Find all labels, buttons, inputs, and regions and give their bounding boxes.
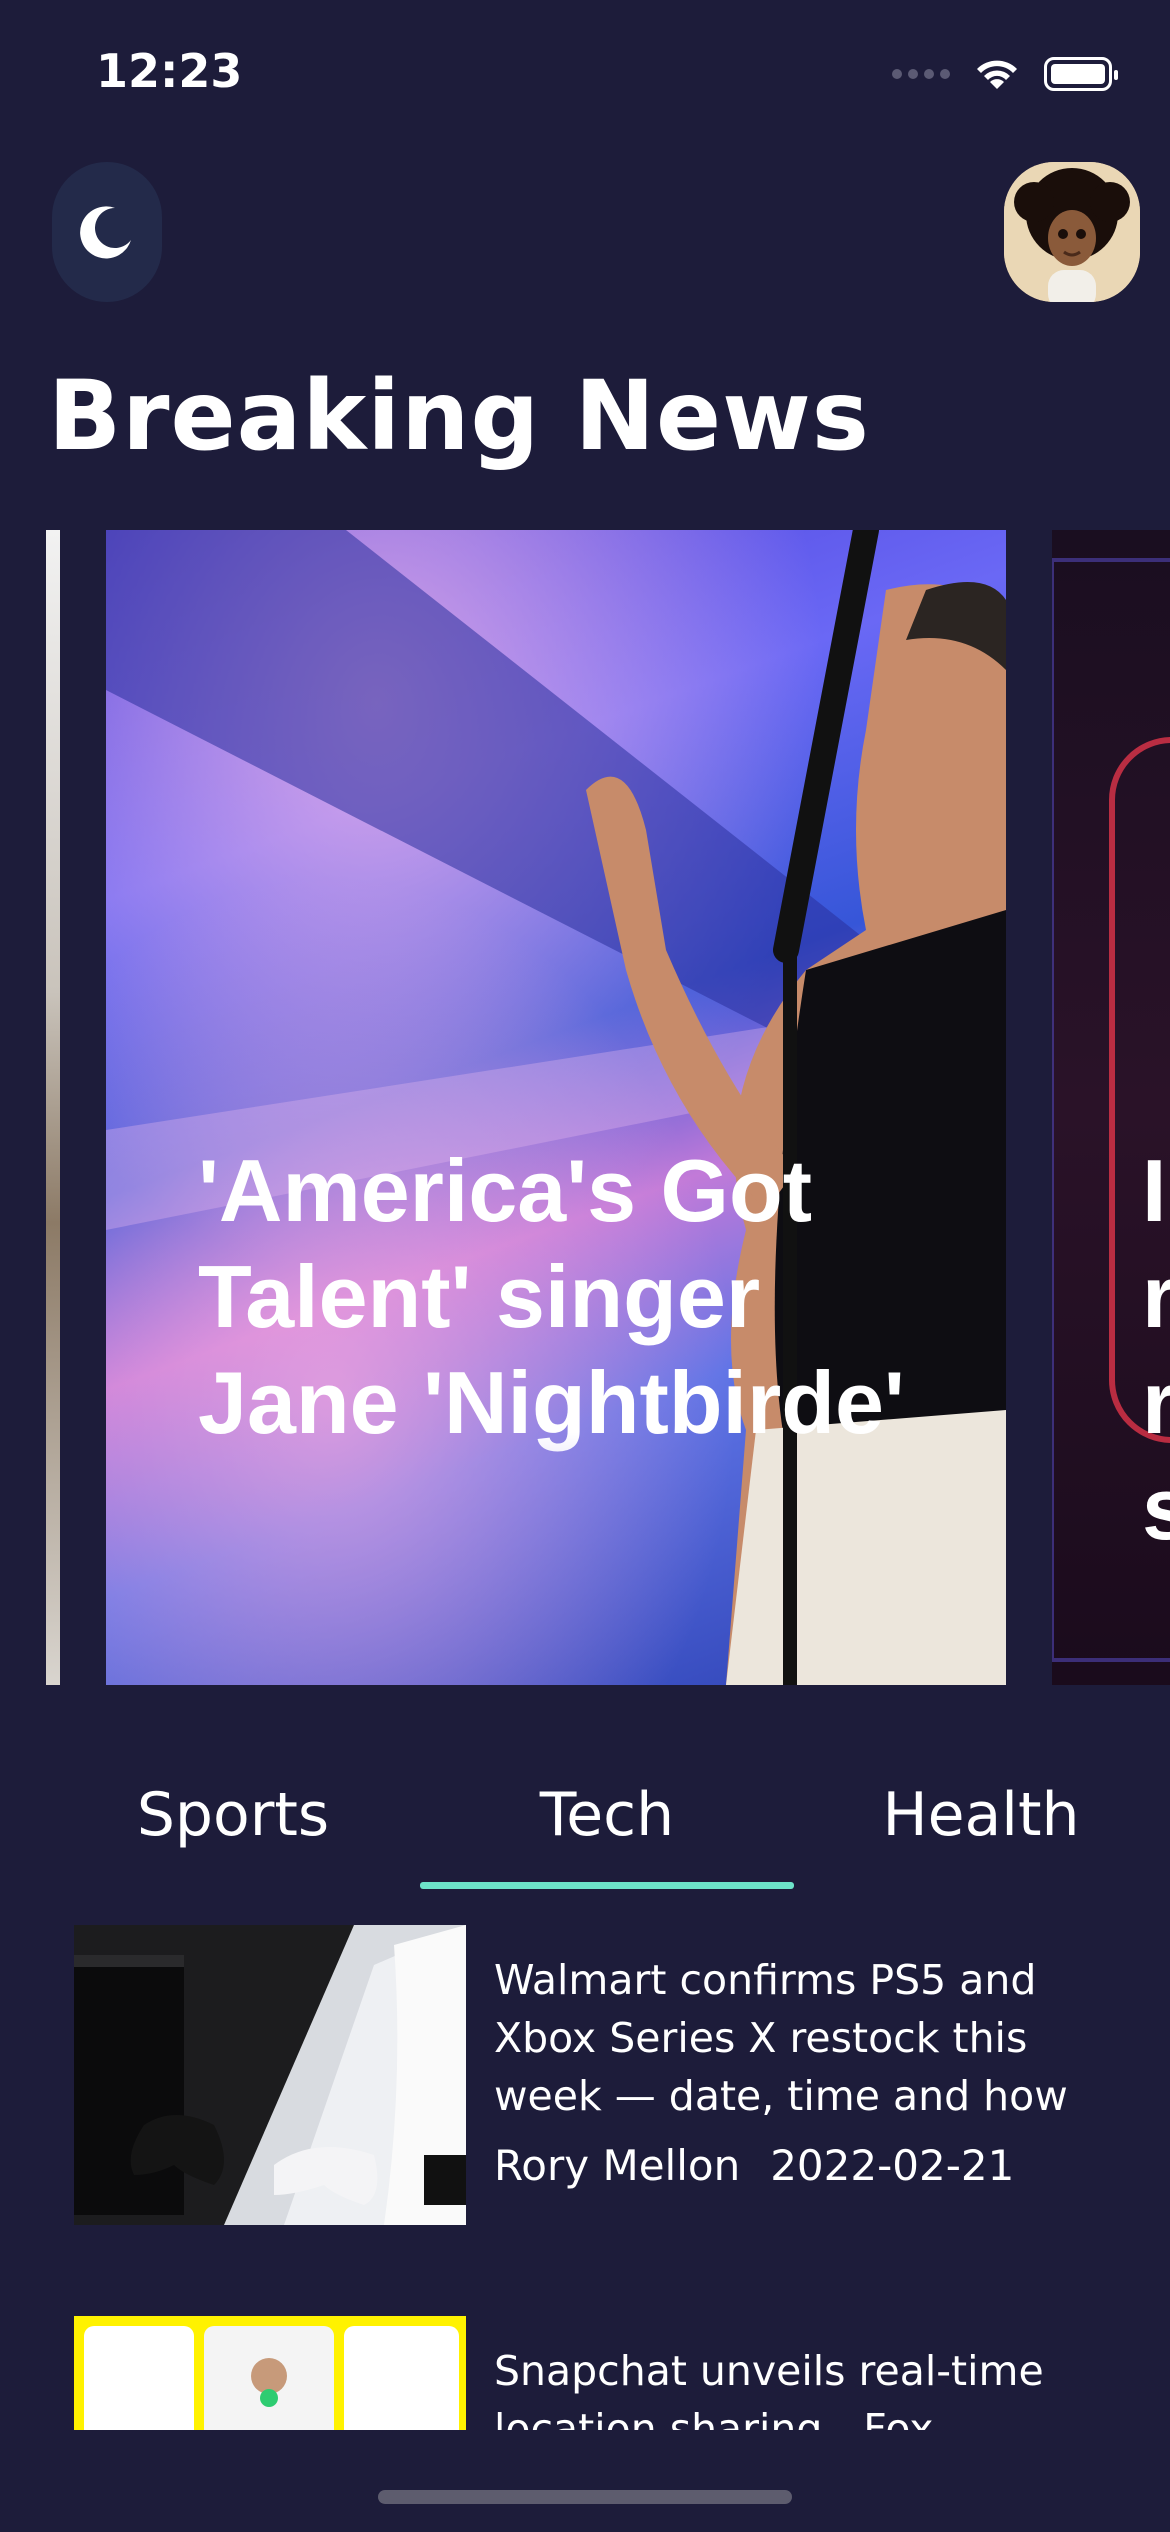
status-bar: 12:23 bbox=[0, 0, 1170, 150]
home-indicator[interactable] bbox=[378, 2490, 792, 2504]
signal-icon bbox=[892, 69, 950, 79]
avatar-illustration bbox=[1004, 162, 1140, 302]
carousel-card-next[interactable]: Irrs bbox=[1052, 530, 1170, 1685]
carousel-card-current[interactable]: 'America's Got Talent' singer Jane 'Nigh… bbox=[106, 530, 1006, 1685]
battery-icon bbox=[1044, 57, 1118, 91]
article-title: Snapchat unveils real-time location shar… bbox=[494, 2347, 1044, 2430]
moon-icon bbox=[80, 206, 131, 259]
article-thumbnail bbox=[74, 1925, 466, 2225]
article-title: Walmart confirms PS5 and Xbox Series X r… bbox=[494, 1956, 1068, 2120]
article-item[interactable]: Snapchat unveils real-time location shar… bbox=[74, 2316, 1114, 2430]
article-meta: Rory Mellon 2022-02-21 bbox=[494, 2141, 1134, 2190]
page-title: Breaking News bbox=[48, 360, 870, 472]
tab-sports[interactable]: Sports bbox=[46, 1780, 420, 1850]
carousel-card-next-title: Irrs bbox=[1142, 1141, 1170, 1558]
status-time: 12:23 bbox=[96, 44, 243, 98]
profile-avatar[interactable] bbox=[1004, 162, 1140, 302]
breaking-news-carousel[interactable]: 'America's Got Talent' singer Jane 'Nigh… bbox=[0, 530, 1170, 1685]
carousel-card-previous[interactable] bbox=[46, 530, 60, 1685]
dark-mode-toggle[interactable] bbox=[52, 162, 162, 302]
article-item[interactable]: Walmart confirms PS5 and Xbox Series X r… bbox=[74, 1925, 1114, 2225]
carousel-card-title: 'America's Got Talent' singer Jane 'Nigh… bbox=[198, 1141, 905, 1452]
tab-active-indicator bbox=[420, 1882, 794, 1889]
category-tabs: Sports Tech Health bbox=[0, 1760, 1170, 1900]
tab-health[interactable]: Health bbox=[794, 1780, 1168, 1850]
wifi-icon bbox=[977, 60, 1017, 89]
article-author: Rory Mellon bbox=[494, 2141, 741, 2190]
tab-tech[interactable]: Tech bbox=[420, 1780, 794, 1850]
article-date: 2022-02-21 bbox=[770, 2141, 1015, 2190]
status-icons bbox=[892, 52, 1118, 96]
article-thumbnail bbox=[74, 2316, 466, 2430]
